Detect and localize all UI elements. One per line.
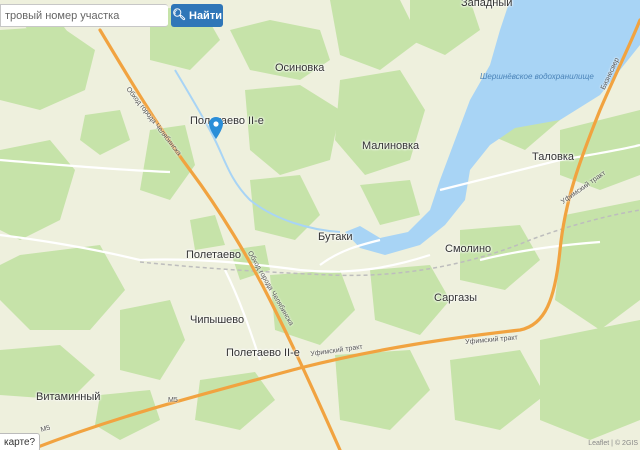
- search-button[interactable]: 🔍︎ Найти: [171, 4, 223, 27]
- place-label-smolino: Смолино: [445, 243, 492, 255]
- cadastral-search-bar: 🔍︎ Найти: [0, 4, 223, 27]
- place-label-osinovka: Осиновка: [275, 62, 325, 74]
- search-button-label: Найти: [189, 9, 222, 22]
- place-label-vitaminny: Витаминный: [36, 391, 101, 403]
- place-label-poletaevo-2-north: Полетаево II-е: [190, 115, 264, 127]
- map-view[interactable]: Западный Осиновка Полетаево II-е Малинов…: [0, 0, 640, 450]
- search-icon: 🔍︎: [172, 9, 186, 21]
- place-label-sargazy: Саргазы: [434, 292, 478, 304]
- map-attribution[interactable]: Leaflet | © 2GIS: [588, 440, 638, 447]
- place-label-poletaevo: Полетаево: [186, 249, 241, 261]
- map-help-link[interactable]: карте?: [0, 433, 41, 450]
- cadastral-number-input[interactable]: [0, 4, 168, 27]
- attribution-text: Leaflet | © 2GIS: [588, 440, 638, 447]
- place-label-butaki: Бутаки: [318, 231, 353, 243]
- map-help-link-label: карте?: [4, 437, 36, 448]
- place-label-talovka: Таловка: [532, 151, 575, 163]
- place-label-chipyshevo: Чипышево: [190, 314, 245, 326]
- place-label-zapadny: Западный: [461, 0, 513, 9]
- road-label-m5: М5: [168, 397, 178, 404]
- place-label-poletaevo-2-south: Полетаево II-е: [226, 347, 300, 359]
- water-label-reservoir: Шершнёвское водохранилище: [480, 72, 594, 81]
- map-pin-icon[interactable]: [209, 117, 223, 139]
- place-label-malinovka: Малиновка: [362, 140, 420, 152]
